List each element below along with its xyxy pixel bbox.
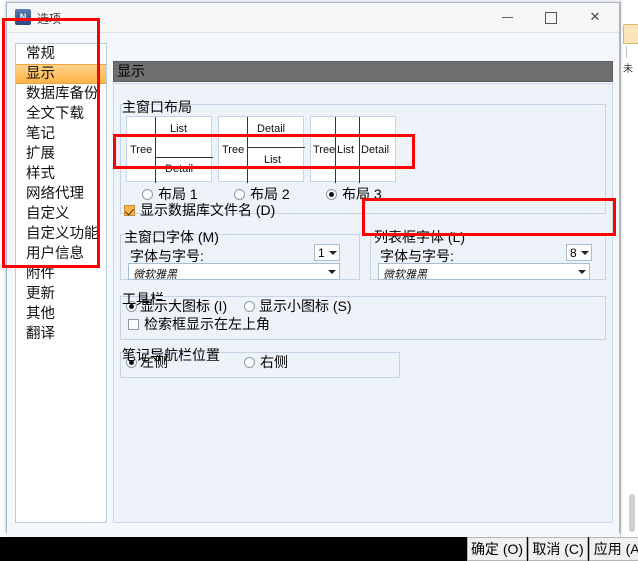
checkbox-search-box-topleft-label: 检索框显示在左上角 (144, 316, 270, 332)
layout-thumbnail-3-diagram: Tree List Detail (311, 117, 395, 183)
radio-small-icons-label: 显示小图标 (S) (259, 298, 352, 314)
checkbox-show-db-filename[interactable] (124, 205, 135, 216)
divider (247, 117, 248, 183)
options-dialog: N 选项 ✕ 常规 显示 数据库备份 全文下载 笔记 扩展 样式 网络代理 自定… (6, 2, 638, 561)
panel-header-bar (113, 61, 613, 82)
minimize-button[interactable] (485, 3, 529, 31)
background-app-strip (620, 0, 638, 537)
screen-root: 未 N 选项 ✕ 常规 显示 数据库备份 全文下载 笔记 扩展 样式 网络代理 … (0, 0, 638, 561)
checkbox-show-db-filename-label: 显示数据库文件名 (D) (140, 202, 276, 218)
layout2-region-tree: Tree (222, 144, 245, 156)
divider (359, 117, 360, 183)
close-button[interactable]: ✕ (573, 3, 617, 31)
sidebar-item-proxy[interactable]: 网络代理 (16, 184, 106, 204)
sidebar-item-db-backup[interactable]: 数据库备份 (16, 84, 106, 104)
radio-layout-3[interactable] (326, 189, 337, 200)
main-font-field-label: 字体与字号: (130, 248, 204, 264)
layout3-region-tree: Tree (313, 144, 336, 156)
chevron-down-icon (329, 251, 337, 255)
title-bar: N 选项 ✕ (7, 3, 619, 33)
layout1-region-list: List (170, 123, 188, 135)
apply-button[interactable]: 应用 (A) (589, 537, 638, 561)
sidebar-item-update[interactable]: 更新 (16, 284, 106, 304)
maximize-icon (545, 11, 557, 24)
dialog-content: 常规 显示 数据库备份 全文下载 笔记 扩展 样式 网络代理 自定义 自定义功能… (7, 33, 638, 561)
divider (155, 117, 156, 183)
list-font-title: 列表框字体 (L) (374, 229, 465, 245)
main-window-font-title: 主窗口字体 (M) (124, 229, 219, 245)
main-font-size-value: 1 (318, 246, 325, 260)
sidebar-item-styles[interactable]: 样式 (16, 164, 106, 184)
main-window-layout-title: 主窗口布局 (122, 99, 192, 115)
radio-nav-right[interactable] (244, 357, 255, 368)
panel-body: 主窗口布局 Tree List Detail Tree Detail List … (113, 83, 613, 523)
background-side-text: 未 (623, 64, 633, 75)
layout3-region-list: List (337, 144, 355, 156)
main-font-combo-value: 微软雅黑 (133, 268, 177, 281)
background-divider (626, 46, 627, 58)
radio-layout-1[interactable] (142, 189, 153, 200)
ok-button[interactable]: 确定 (O) (467, 537, 527, 561)
list-font-size-value: 8 (570, 246, 577, 260)
chevron-down-icon (578, 270, 586, 274)
minimize-icon (501, 17, 513, 19)
main-font-size-spinner[interactable]: 1 (314, 244, 340, 261)
toolbar-group-title: 工具栏 (122, 291, 164, 307)
sidebar-item-notes[interactable]: 笔记 (16, 124, 106, 144)
radio-nav-right-label: 右侧 (260, 354, 288, 370)
sidebar-item-user-info[interactable]: 用户信息 (16, 244, 106, 264)
layout-thumbnail-3[interactable]: Tree List Detail (310, 116, 396, 183)
sidebar-item-extensions[interactable]: 扩展 (16, 144, 106, 164)
sidebar-item-other[interactable]: 其他 (16, 304, 106, 324)
layout-thumbnail-1-diagram: Tree List Detail (127, 117, 213, 183)
layout1-region-detail: Detail (165, 163, 194, 175)
note-nav-group-title: 笔记导航栏位置 (122, 347, 220, 363)
list-font-field-label: 字体与字号: (380, 248, 454, 264)
checkbox-search-box-topleft[interactable] (128, 319, 139, 330)
list-font-combo-value: 微软雅黑 (383, 268, 427, 281)
layout-thumbnail-2-diagram: Tree Detail List (219, 117, 305, 183)
radio-small-icons[interactable] (244, 301, 255, 312)
display-settings-panel: 显示 主窗口布局 Tree List Detail Tree Detail Li… (113, 43, 613, 523)
cancel-button[interactable]: 取消 (C) (528, 537, 588, 561)
sidebar-item-translate[interactable]: 翻译 (16, 324, 106, 344)
divider (247, 147, 305, 148)
layout1-region-tree: Tree (130, 144, 153, 156)
layout-thumbnail-1[interactable]: Tree List Detail (126, 116, 213, 183)
window-title: 选项 (37, 12, 62, 26)
app-icon: N (15, 9, 31, 25)
background-scrollbar-thumb[interactable] (629, 494, 635, 532)
settings-category-list[interactable]: 常规 显示 数据库备份 全文下载 笔记 扩展 样式 网络代理 自定义 自定义功能… (15, 43, 107, 523)
close-icon: ✕ (589, 9, 601, 24)
page-title: 显示 (117, 63, 145, 79)
list-font-size-spinner[interactable]: 8 (566, 244, 592, 261)
radio-layout-3-label: 布局 3 (342, 186, 382, 202)
sidebar-item-general[interactable]: 常规 (16, 44, 106, 64)
maximize-button[interactable] (529, 3, 573, 31)
sidebar-item-attachment[interactable]: 附件 (16, 264, 106, 284)
divider (155, 157, 213, 158)
background-tab[interactable] (623, 24, 638, 44)
radio-layout-2[interactable] (234, 189, 245, 200)
sidebar-item-display[interactable]: 显示 (16, 64, 106, 84)
layout2-region-list: List (264, 154, 282, 166)
layout2-region-detail: Detail (257, 123, 286, 135)
sidebar-item-fulltext[interactable]: 全文下载 (16, 104, 106, 124)
sidebar-item-custom[interactable]: 自定义 (16, 204, 106, 224)
sidebar-item-custom-fn[interactable]: 自定义功能 (16, 224, 106, 244)
layout-thumbnail-2[interactable]: Tree Detail List (218, 116, 305, 183)
layout3-region-detail: Detail (361, 144, 390, 156)
chevron-down-icon (581, 251, 589, 255)
chevron-down-icon (328, 270, 336, 274)
